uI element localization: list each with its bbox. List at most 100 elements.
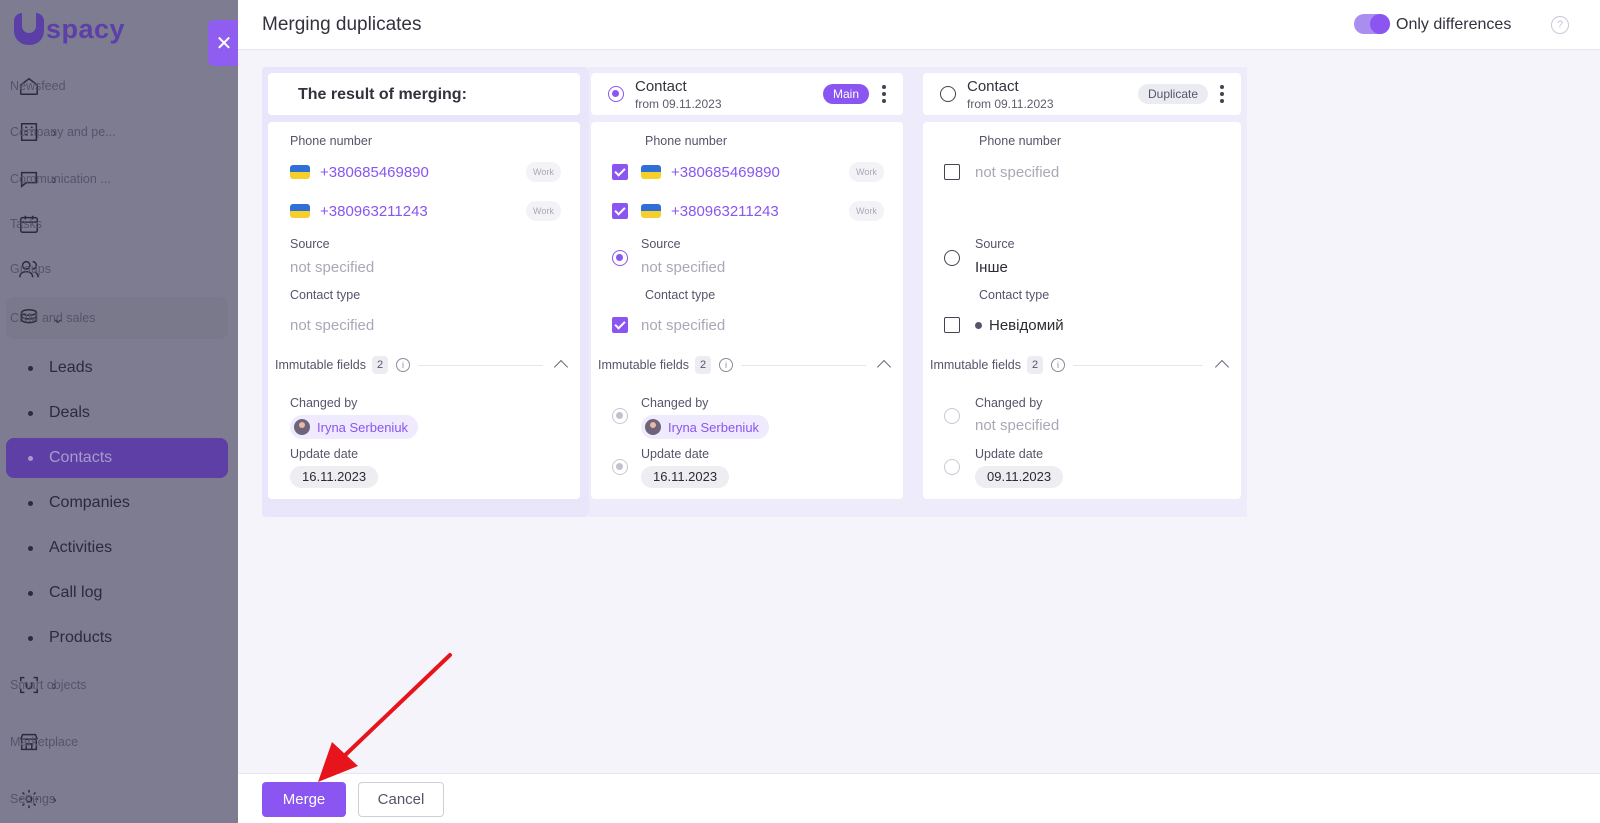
source-value: not specified <box>290 259 375 276</box>
status-dot <box>975 322 982 329</box>
bullet-dot <box>28 545 33 551</box>
ukraine-flag-icon <box>641 204 661 218</box>
phone-type-badge: Work <box>526 162 561 182</box>
field-label-update-date: Update date <box>975 447 1044 461</box>
sidebar-subitem-label: Leads <box>49 359 93 376</box>
sidebar-item-groups[interactable]: Groups <box>10 249 226 289</box>
chevron-up-icon[interactable] <box>1214 359 1230 375</box>
sidebar-item-crm[interactable]: CRM and sales ⌄ <box>10 298 226 338</box>
contact-type-checkbox[interactable] <box>944 317 960 333</box>
app-logo[interactable]: spacy <box>14 12 125 46</box>
bullet-dot <box>28 365 33 371</box>
phone-type-badge: Work <box>849 162 884 182</box>
immutable-count: 2 <box>695 356 712 374</box>
field-label-changed-by: Changed by <box>975 396 1043 410</box>
select-duplicate-contact-radio[interactable] <box>940 86 956 102</box>
phone-value[interactable]: +380685469890 <box>320 164 429 181</box>
phone-checkbox[interactable] <box>944 164 960 180</box>
user-name: Iryna Serbeniuk <box>668 419 760 435</box>
sidebar-subitem-call-log[interactable]: Call log <box>6 573 228 613</box>
chevron-up-icon[interactable] <box>876 359 892 375</box>
sidebar: spacy Newsfeed Company and pe... › Commu… <box>0 0 238 823</box>
contact-date: from 09.11.2023 <box>967 97 1054 111</box>
toggle-knob <box>1370 14 1390 34</box>
phone-value[interactable]: +380963211243 <box>320 203 428 220</box>
immutable-fields-header[interactable]: Immutable fields 2 i <box>598 356 734 374</box>
logo-text: spacy <box>46 13 126 44</box>
more-options-icon[interactable] <box>881 85 887 103</box>
phone-type-badge: Work <box>526 201 561 221</box>
source-radio[interactable] <box>612 250 628 266</box>
sidebar-item-settings[interactable]: Settings › <box>10 779 226 819</box>
bullet-dot <box>28 455 33 461</box>
contacts-columns: Contact from 09.11.2023 Main Phone numbe… <box>589 67 1247 517</box>
contact-type-checkbox[interactable] <box>612 317 628 333</box>
info-icon[interactable]: i <box>1051 358 1066 372</box>
sidebar-item-smart-objects[interactable]: Smart objects › <box>10 665 226 705</box>
field-label-update-date: Update date <box>290 447 359 461</box>
result-column: The result of merging: Phone number +380… <box>262 67 589 517</box>
immutable-fields-header[interactable]: Immutable fields 2 i <box>275 356 411 374</box>
toggle-label: Only differences <box>1396 16 1512 33</box>
more-options-icon[interactable] <box>1219 85 1225 103</box>
contact-name: Contact <box>635 78 687 95</box>
divider <box>1073 365 1203 366</box>
page-title: Merging duplicates <box>262 14 422 35</box>
sidebar-item-label: CRM and sales <box>10 311 96 325</box>
phone-value[interactable]: +380685469890 <box>671 164 780 181</box>
immutable-fields-label: Immutable fields <box>930 358 1022 372</box>
sidebar-item-company[interactable]: Company and pe... › <box>10 112 226 152</box>
field-label-contact-type: Contact type <box>979 288 1050 302</box>
result-body: Phone number +380685469890 Work +3809632… <box>268 122 580 499</box>
field-label-source: Source <box>290 237 330 251</box>
source-radio[interactable] <box>944 250 960 266</box>
phone-value: not specified <box>975 164 1060 181</box>
immutable-count: 2 <box>1027 356 1044 374</box>
close-panel-button[interactable]: ✕ <box>208 20 240 66</box>
result-title: The result of merging: <box>298 86 467 103</box>
sidebar-subitem-companies[interactable]: Companies <box>6 483 228 523</box>
phone-type-badge: Work <box>849 201 884 221</box>
immutable-count: 2 <box>372 356 389 374</box>
result-header: The result of merging: <box>268 73 580 115</box>
sidebar-subitem-leads[interactable]: Leads <box>6 348 228 388</box>
sidebar-subitem-deals[interactable]: Deals <box>6 393 228 433</box>
contact-date: from 09.11.2023 <box>635 97 722 111</box>
phone-checkbox[interactable] <box>612 203 628 219</box>
sidebar-item-label: Groups <box>10 262 51 276</box>
field-label-changed-by: Changed by <box>290 396 358 410</box>
immutable-fields-header[interactable]: Immutable fields 2 i <box>930 356 1066 374</box>
sidebar-item-marketplace[interactable]: Marketplace <box>10 722 226 762</box>
sidebar-subitem-contacts[interactable]: Contacts <box>6 438 228 478</box>
sidebar-item-newsfeed[interactable]: Newsfeed <box>10 66 226 106</box>
sidebar-item-tasks[interactable]: Tasks <box>10 204 226 244</box>
help-icon[interactable]: ? <box>1551 16 1569 34</box>
field-label-source: Source <box>641 237 681 251</box>
phone-value[interactable]: +380963211243 <box>671 203 779 220</box>
contact-type-value: not specified <box>641 317 726 334</box>
field-label-source: Source <box>975 237 1015 251</box>
chevron-up-icon[interactable] <box>553 359 569 375</box>
main-contact-header: Contact from 09.11.2023 Main <box>591 73 903 115</box>
duplicate-contact-body: Phone number not specified Source Інше C… <box>923 122 1241 499</box>
field-label-contact-type: Contact type <box>645 288 716 302</box>
main-badge: Main <box>823 84 870 104</box>
only-differences-toggle[interactable] <box>1354 14 1390 34</box>
contact-name: Contact <box>967 78 1019 95</box>
user-chip[interactable]: Iryna Serbeniuk <box>641 415 770 439</box>
phone-checkbox[interactable] <box>612 164 628 180</box>
duplicate-contact-header: Contact from 09.11.2023 Duplicate <box>923 73 1241 115</box>
select-main-contact-radio[interactable] <box>608 86 624 102</box>
source-value: Інше <box>975 259 1008 276</box>
field-label-changed-by: Changed by <box>641 396 709 410</box>
update-date-radio <box>944 459 960 475</box>
info-icon[interactable]: i <box>719 358 734 372</box>
user-chip[interactable]: Iryna Serbeniuk <box>290 415 419 439</box>
field-label-update-date: Update date <box>641 447 710 461</box>
sidebar-subitem-activities[interactable]: Activities <box>6 528 228 568</box>
info-icon[interactable]: i <box>396 358 411 372</box>
sidebar-subitem-products[interactable]: Products <box>6 618 228 658</box>
ukraine-flag-icon <box>290 204 310 218</box>
sidebar-item-communication[interactable]: Communication ... › <box>10 159 226 199</box>
sidebar-item-label: Settings <box>10 792 56 806</box>
